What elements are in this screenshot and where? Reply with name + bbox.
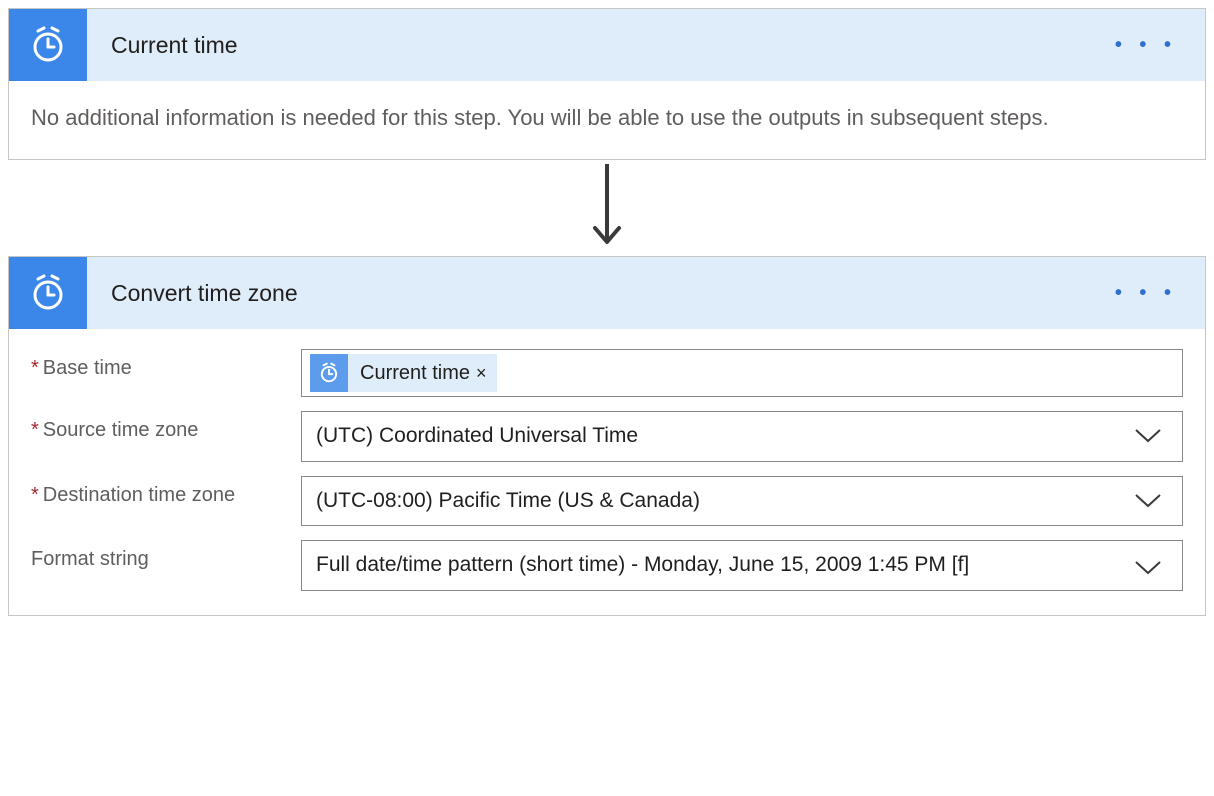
step-description: No additional information is needed for … <box>31 101 1183 135</box>
connector-arrow <box>8 160 1206 256</box>
token-remove-button[interactable]: × <box>476 363 487 384</box>
dynamic-content-token[interactable]: Current time × <box>310 354 497 392</box>
more-menu-button[interactable]: • • • <box>1115 282 1205 305</box>
select-value: Full date/time pattern (short time) - Mo… <box>316 549 1168 582</box>
card-title: Convert time zone <box>87 280 1115 307</box>
required-mark: * <box>31 357 39 380</box>
field-label: * Source time zone <box>31 411 301 442</box>
base-time-input[interactable]: Current time × <box>301 349 1183 397</box>
select-value: (UTC) Coordinated Universal Time <box>316 420 1168 453</box>
card-body: No additional information is needed for … <box>9 81 1205 159</box>
field-row-base-time: * Base time <box>31 349 1183 397</box>
source-tz-select[interactable]: (UTC) Coordinated Universal Time <box>301 411 1183 462</box>
chevron-down-icon <box>1134 428 1162 444</box>
card-header[interactable]: Current time • • • <box>9 9 1205 81</box>
step-card-current-time: Current time • • • No additional informa… <box>8 8 1206 160</box>
label-text: Source time zone <box>43 419 199 442</box>
label-text: Format string <box>31 548 149 571</box>
field-row-source-tz: * Source time zone (UTC) Coordinated Uni… <box>31 411 1183 462</box>
label-text: Base time <box>43 357 132 380</box>
chevron-down-icon <box>1134 560 1162 576</box>
format-select[interactable]: Full date/time pattern (short time) - Mo… <box>301 540 1183 591</box>
clock-icon <box>9 257 87 329</box>
clock-icon <box>9 9 87 81</box>
field-label: * Base time <box>31 349 301 380</box>
card-header[interactable]: Convert time zone • • • <box>9 257 1205 329</box>
field-label: * Destination time zone <box>31 476 301 507</box>
card-body: * Base time <box>9 329 1205 615</box>
label-text: Destination time zone <box>43 484 235 507</box>
arrow-down-icon <box>587 162 627 254</box>
token-label: Current time <box>360 362 470 385</box>
required-mark: * <box>31 419 39 442</box>
card-title: Current time <box>87 32 1115 59</box>
select-value: (UTC-08:00) Pacific Time (US & Canada) <box>316 485 1168 518</box>
more-menu-button[interactable]: • • • <box>1115 34 1205 57</box>
clock-icon <box>310 354 348 392</box>
step-card-convert-time-zone: Convert time zone • • • * Base time <box>8 256 1206 616</box>
field-label: Format string <box>31 540 301 571</box>
dest-tz-select[interactable]: (UTC-08:00) Pacific Time (US & Canada) <box>301 476 1183 527</box>
field-row-format: Format string Full date/time pattern (sh… <box>31 540 1183 591</box>
field-row-dest-tz: * Destination time zone (UTC-08:00) Paci… <box>31 476 1183 527</box>
required-mark: * <box>31 484 39 507</box>
chevron-down-icon <box>1134 493 1162 509</box>
